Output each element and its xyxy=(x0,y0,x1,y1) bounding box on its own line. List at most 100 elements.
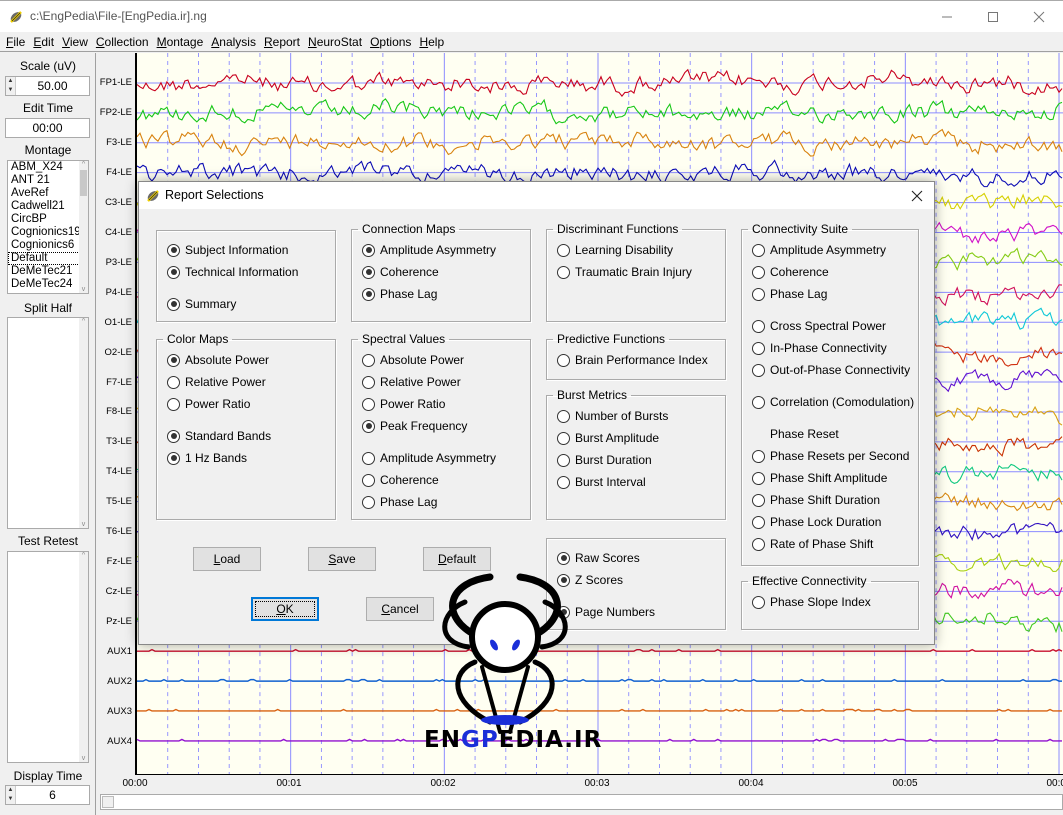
radio-correlation-comodulation[interactable]: Correlation (Comodulation) xyxy=(752,395,914,409)
radio-phase-lock-duration[interactable]: Phase Lock Duration xyxy=(752,515,881,529)
minimize-button[interactable] xyxy=(924,1,970,33)
radio-relative-power[interactable]: Relative Power xyxy=(167,375,266,389)
radio-relative-power[interactable]: Relative Power xyxy=(362,375,461,389)
radio-unchecked-icon[interactable] xyxy=(752,319,765,333)
load-button[interactable]: Load xyxy=(193,547,261,571)
radio-power-ratio[interactable]: Power Ratio xyxy=(362,397,445,411)
radio-unchecked-icon[interactable] xyxy=(752,287,765,301)
montage-item[interactable]: DeMeTec24 xyxy=(8,278,88,291)
radio-unchecked-icon[interactable] xyxy=(362,397,375,411)
radio-subject-information[interactable]: Subject Information xyxy=(167,243,288,257)
radio-unchecked-icon[interactable] xyxy=(362,451,375,465)
maximize-button[interactable] xyxy=(970,1,1016,33)
radio-checked-icon[interactable] xyxy=(167,297,180,311)
radio-amplitude-asymmetry[interactable]: Amplitude Asymmetry xyxy=(362,243,496,257)
radio-burst-interval[interactable]: Burst Interval xyxy=(557,475,646,489)
radio-checked-icon[interactable] xyxy=(362,419,375,433)
radio-checked-icon[interactable] xyxy=(362,243,375,257)
radio-peak-frequency[interactable]: Peak Frequency xyxy=(362,419,467,433)
menu-file[interactable]: File xyxy=(2,33,29,51)
radio-unchecked-icon[interactable] xyxy=(557,431,570,445)
radio-absolute-power[interactable]: Absolute Power xyxy=(362,353,464,367)
radio-phase-shift-duration[interactable]: Phase Shift Duration xyxy=(752,493,880,507)
menu-help[interactable]: Help xyxy=(415,33,448,51)
radio-unchecked-icon[interactable] xyxy=(362,353,375,367)
radio-coherence[interactable]: Coherence xyxy=(362,265,439,279)
spin-down-icon[interactable]: ▼ xyxy=(6,795,15,804)
radio-checked-icon[interactable] xyxy=(167,243,180,257)
radio-unchecked-icon[interactable] xyxy=(752,471,765,485)
radio-checked-icon[interactable] xyxy=(362,287,375,301)
radio-checked-icon[interactable] xyxy=(167,353,180,367)
cancel-button[interactable]: Cancel xyxy=(366,597,434,621)
spin-down-icon[interactable]: ▼ xyxy=(6,86,15,95)
scale-value[interactable]: 50.00 xyxy=(16,77,89,95)
radio-checked-icon[interactable] xyxy=(557,551,570,565)
radio-unchecked-icon[interactable] xyxy=(557,243,570,257)
radio-standard-bands[interactable]: Standard Bands xyxy=(167,429,271,443)
radio-checked-icon[interactable] xyxy=(557,573,570,587)
radio-summary[interactable]: Summary xyxy=(167,297,236,311)
radio-unchecked-icon[interactable] xyxy=(752,265,765,279)
edit-time-field[interactable]: 00:00 xyxy=(5,118,90,138)
radio-amplitude-asymmetry[interactable]: Amplitude Asymmetry xyxy=(362,451,496,465)
radio-raw-scores[interactable]: Raw Scores xyxy=(557,551,640,565)
radio-coherence[interactable]: Coherence xyxy=(752,265,829,279)
radio-checked-icon[interactable] xyxy=(167,451,180,465)
radio-unchecked-icon[interactable] xyxy=(752,395,765,409)
montage-item[interactable]: CircBP xyxy=(8,213,88,226)
radio-learning-disability[interactable]: Learning Disability xyxy=(557,243,673,257)
scrollbar-thumb[interactable] xyxy=(102,796,114,808)
radio-checked-icon[interactable] xyxy=(362,265,375,279)
ok-button[interactable]: OK xyxy=(251,597,319,621)
spin-up-icon[interactable]: ▲ xyxy=(6,786,15,795)
display-time-value[interactable]: 6 xyxy=(16,786,89,804)
radio-unchecked-icon[interactable] xyxy=(167,397,180,411)
radio-unchecked-icon[interactable] xyxy=(557,409,570,423)
radio-phase-resets-per-second[interactable]: Phase Resets per Second xyxy=(752,449,909,463)
radio-number-of-bursts[interactable]: Number of Bursts xyxy=(557,409,668,423)
split-half-scrollbar[interactable]: ^ v xyxy=(79,318,88,528)
radio-in-phase-connectivity[interactable]: In-Phase Connectivity xyxy=(752,341,887,355)
radio-unchecked-icon[interactable] xyxy=(362,375,375,389)
radio-z-scores[interactable]: Z Scores xyxy=(557,573,623,587)
radio-absolute-power[interactable]: Absolute Power xyxy=(167,353,269,367)
test-retest-list[interactable]: ^ v xyxy=(7,551,89,763)
scroll-down-icon[interactable]: v xyxy=(79,286,88,293)
dialog-close-button[interactable] xyxy=(906,185,928,207)
montage-item[interactable]: Cognionics6 xyxy=(8,239,88,252)
split-half-list[interactable]: ^ v xyxy=(7,317,89,529)
montage-item[interactable]: ABM_X24 xyxy=(8,161,88,174)
radio-coherence[interactable]: Coherence xyxy=(362,473,439,487)
montage-item[interactable]: Default xyxy=(8,252,88,265)
radio-unchecked-icon[interactable] xyxy=(752,243,765,257)
radio-unchecked-icon[interactable] xyxy=(752,363,765,377)
radio-brain-performance-index[interactable]: Brain Performance Index xyxy=(557,353,708,367)
scrollbar-thumb[interactable] xyxy=(80,170,87,196)
radio-checked-icon[interactable] xyxy=(167,265,180,279)
radio-unchecked-icon[interactable] xyxy=(752,341,765,355)
radio-unchecked-icon[interactable] xyxy=(752,515,765,529)
montage-item[interactable]: DeMeTec21 xyxy=(8,265,88,278)
radio-phase-lag[interactable]: Phase Lag xyxy=(752,287,827,301)
montage-item[interactable]: Cognionics19 xyxy=(8,226,88,239)
montage-list[interactable]: ABM_X24 ANT 21 AveRef Cadwell21 CircBP Cognio… xyxy=(7,160,89,294)
radio-unchecked-icon[interactable] xyxy=(362,473,375,487)
radio-unchecked-icon[interactable] xyxy=(557,475,570,489)
radio-1-hz-bands[interactable]: 1 Hz Bands xyxy=(167,451,247,465)
radio-page-numbers[interactable]: Page Numbers xyxy=(557,605,655,619)
radio-phase-slope-index[interactable]: Phase Slope Index xyxy=(752,595,871,609)
default-button[interactable]: Default xyxy=(423,547,491,571)
radio-unchecked-icon[interactable] xyxy=(167,375,180,389)
spin-up-icon[interactable]: ▲ xyxy=(6,77,15,86)
horizontal-scrollbar[interactable] xyxy=(100,794,1063,810)
radio-checked-icon[interactable] xyxy=(557,605,570,619)
montage-scrollbar[interactable]: ^ v xyxy=(79,161,88,293)
radio-cross-spectral-power[interactable]: Cross Spectral Power xyxy=(752,319,886,333)
radio-phase-shift-amplitude[interactable]: Phase Shift Amplitude xyxy=(752,471,887,485)
radio-traumatic-brain-injury[interactable]: Traumatic Brain Injury xyxy=(557,265,692,279)
radio-burst-duration[interactable]: Burst Duration xyxy=(557,453,652,467)
menu-collection[interactable]: Collection xyxy=(92,33,153,51)
menu-montage[interactable]: Montage xyxy=(153,33,208,51)
menu-neurostat[interactable]: NeuroStat xyxy=(304,33,366,51)
